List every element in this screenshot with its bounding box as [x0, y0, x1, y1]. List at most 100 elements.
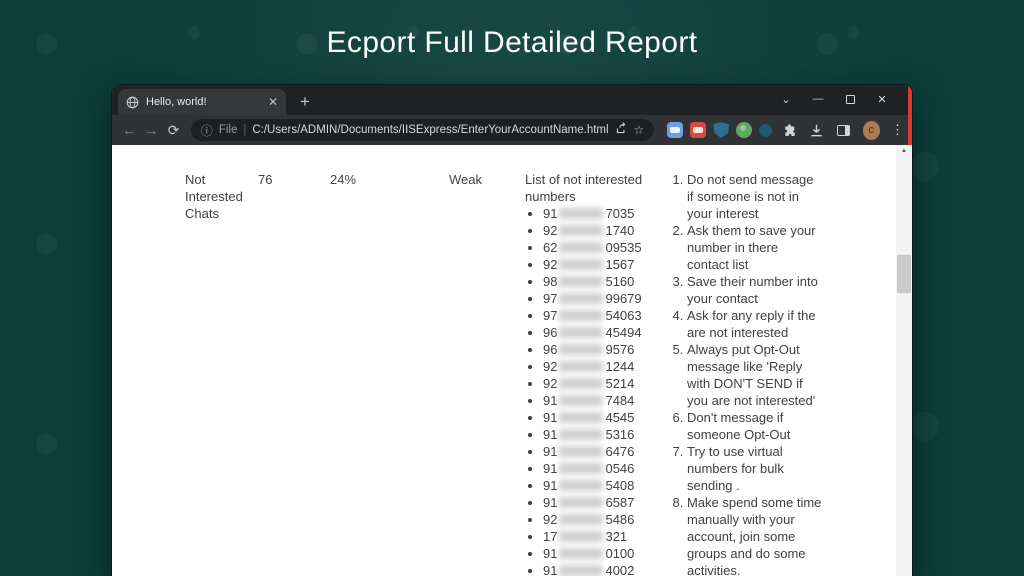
- browser-tab[interactable]: Hello, world! ✕: [118, 89, 286, 115]
- not-interested-number: 17321: [543, 528, 664, 545]
- green-globe-extension-icon[interactable]: [736, 122, 752, 138]
- profile-avatar[interactable]: c: [863, 121, 880, 140]
- tip-item: Save their number into your contact: [687, 273, 822, 307]
- tab-search-chevron-button[interactable]: ⌄: [770, 87, 802, 111]
- share-icon[interactable]: [615, 122, 628, 138]
- redacted-digits: [559, 531, 603, 542]
- browser-toolbar: ← → ⟳ ⓘ File | C:/Users/ADMIN/Documents/…: [112, 115, 912, 145]
- not-interested-number: 910100: [543, 545, 664, 562]
- back-icon[interactable]: ←: [120, 122, 138, 138]
- address-bar[interactable]: ⓘ File | C:/Users/ADMIN/Documents/IISExp…: [191, 119, 655, 141]
- url-divider: |: [243, 124, 246, 136]
- scrollbar-thumb[interactable]: [897, 255, 911, 293]
- tips-cell: Do not send message if someone is not in…: [672, 171, 882, 576]
- page-scrollbar[interactable]: ▲: [896, 145, 912, 576]
- redacted-digits: [559, 259, 603, 270]
- redacted-digits: [559, 208, 603, 219]
- redacted-digits: [559, 344, 603, 355]
- tip-item: Do not send message if someone is not in…: [687, 171, 822, 222]
- redacted-digits: [559, 242, 603, 253]
- redacted-digits: [559, 497, 603, 508]
- extensions-row: [667, 122, 772, 138]
- scroll-up-arrow-icon[interactable]: ▲: [896, 145, 912, 158]
- not-interested-number: 985160: [543, 273, 664, 290]
- not-interested-number: 914545: [543, 409, 664, 426]
- numbers-list: 9170359217406209535921567985160979967997…: [525, 205, 664, 576]
- not-interested-number: 969576: [543, 341, 664, 358]
- not-interested-number: 9645494: [543, 324, 664, 341]
- redacted-digits: [559, 412, 603, 423]
- redacted-digits: [559, 548, 603, 559]
- redacted-digits: [559, 480, 603, 491]
- redacted-digits: [559, 514, 603, 525]
- redacted-digits: [559, 429, 603, 440]
- page-info-icon[interactable]: ⓘ: [201, 122, 213, 139]
- page-title: Ecport Full Detailed Report: [0, 26, 1024, 60]
- tip-item: Always put Opt-Out message like 'Reply w…: [687, 341, 822, 409]
- desktop-background: Ecport Full Detailed Report Hello, world…: [0, 0, 1024, 576]
- forward-icon[interactable]: →: [142, 122, 160, 138]
- report-table-row: Not Interested Chats 76 24% Weak List of…: [112, 145, 912, 576]
- tip-item: Don't message if someone Opt-Out: [687, 409, 822, 443]
- redacted-digits: [559, 463, 603, 474]
- maximize-button[interactable]: [834, 87, 866, 111]
- bookmark-star-icon[interactable]: ☆: [634, 123, 645, 137]
- tips-list: Do not send message if someone is not in…: [672, 171, 822, 576]
- percent-cell: 24%: [330, 171, 449, 188]
- recording-indicator-strip: [908, 85, 912, 145]
- not-interested-number: 6209535: [543, 239, 664, 256]
- browser-window: Hello, world! ✕ + ⌄ — ✕ ← → ⟳ ⓘ File | C…: [112, 85, 912, 576]
- redacted-digits: [559, 395, 603, 406]
- tab-close-button[interactable]: ✕: [268, 96, 278, 108]
- reload-icon[interactable]: ⟳: [165, 122, 183, 139]
- redacted-digits: [559, 276, 603, 287]
- not-interested-number: 9799679: [543, 290, 664, 307]
- red-grid-extension-icon[interactable]: [690, 122, 706, 138]
- redacted-digits: [559, 310, 603, 321]
- tab-strip: Hello, world! ✕ + ⌄ — ✕: [112, 85, 912, 115]
- tip-item: Ask them to save your number in there co…: [687, 222, 822, 273]
- not-interested-number: 915408: [543, 477, 664, 494]
- not-interested-number: 921244: [543, 358, 664, 375]
- not-interested-number: 917035: [543, 205, 664, 222]
- redacted-digits: [559, 361, 603, 372]
- browser-menu-icon[interactable]: ⋮: [891, 122, 904, 138]
- not-interested-number: 921567: [543, 256, 664, 273]
- redacted-digits: [559, 565, 603, 576]
- not-interested-number: 921740: [543, 222, 664, 239]
- close-button[interactable]: ✕: [866, 87, 898, 111]
- numbers-cell: List of not interested numbers 917035921…: [525, 171, 672, 576]
- not-interested-number: 910546: [543, 460, 664, 477]
- minimize-button[interactable]: —: [802, 87, 834, 111]
- not-interested-number: 914002: [543, 562, 664, 576]
- not-interested-number: 916587: [543, 494, 664, 511]
- redacted-digits: [559, 378, 603, 389]
- tip-item: Ask for any reply if the are not interes…: [687, 307, 822, 341]
- strength-cell: Weak: [449, 171, 525, 188]
- new-tab-button[interactable]: +: [292, 89, 318, 115]
- not-interested-number: 925214: [543, 375, 664, 392]
- redacted-digits: [559, 293, 603, 304]
- window-controls: ⌄ — ✕: [770, 87, 898, 111]
- category-cell: Not Interested Chats: [185, 171, 258, 222]
- not-interested-number: 925486: [543, 511, 664, 528]
- redacted-digits: [559, 225, 603, 236]
- not-interested-number: 9754063: [543, 307, 664, 324]
- downloads-icon[interactable]: [809, 121, 825, 139]
- teal-sphere-extension-icon[interactable]: [759, 124, 772, 137]
- redacted-digits: [559, 446, 603, 457]
- url-scheme-label: File: [219, 124, 238, 136]
- blue-camera-extension-icon[interactable]: [667, 122, 683, 138]
- report-page: Not Interested Chats 76 24% Weak List of…: [112, 145, 912, 576]
- tip-item: Try to use virtual numbers for bulk send…: [687, 443, 822, 494]
- not-interested-number: 916476: [543, 443, 664, 460]
- url-text[interactable]: C:/Users/ADMIN/Documents/IISExpress/Ente…: [252, 124, 608, 136]
- tip-item: Make spend some time manually with your …: [687, 494, 822, 576]
- globe-favicon-icon: [126, 96, 139, 109]
- side-panel-icon[interactable]: [835, 121, 851, 139]
- extensions-puzzle-icon[interactable]: [782, 121, 798, 139]
- not-interested-number: 915316: [543, 426, 664, 443]
- not-interested-number: 917484: [543, 392, 664, 409]
- redacted-digits: [559, 327, 603, 338]
- shield-extension-icon[interactable]: [713, 122, 729, 138]
